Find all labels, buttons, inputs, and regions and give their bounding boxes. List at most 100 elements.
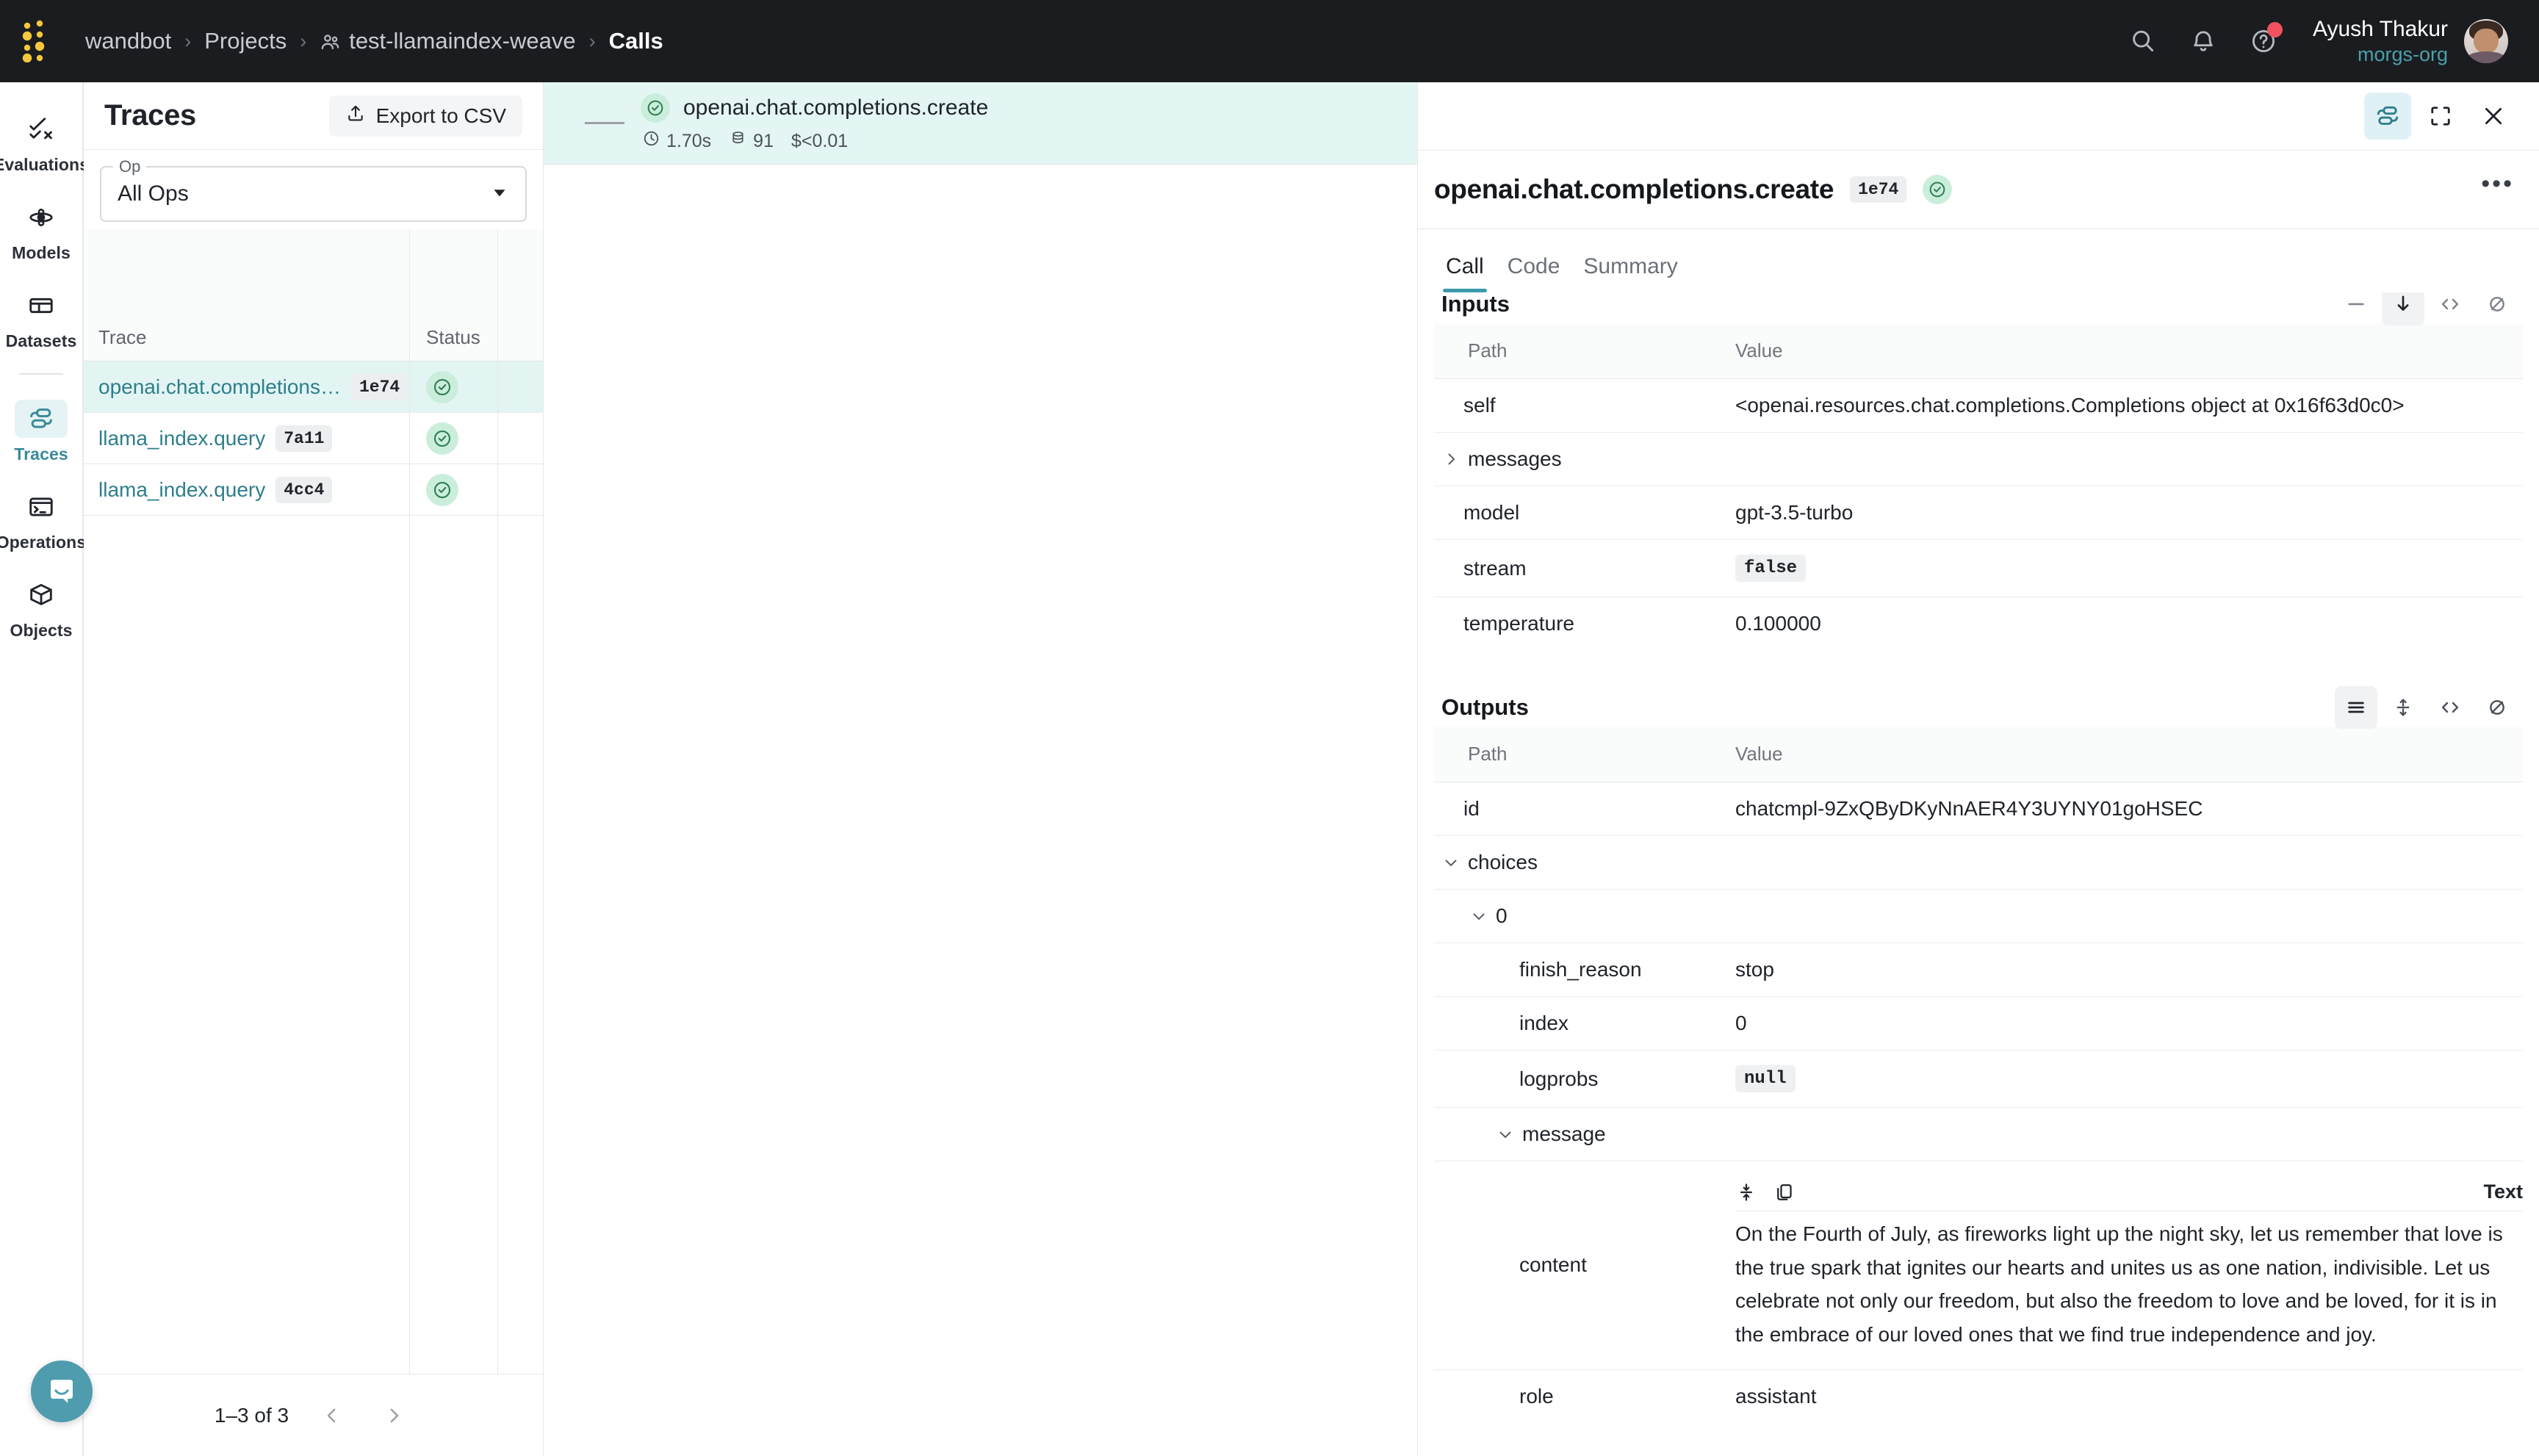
detail-scroll-area[interactable]: Inputs Path Value self <openai.resources… — [1418, 292, 2539, 1456]
status-cell — [410, 464, 498, 516]
help-circle-icon[interactable] — [2233, 11, 2294, 71]
table-row[interactable]: openai.chat.completions.cre… 1e74 — [84, 361, 543, 413]
trace-tree-panel: openai.chat.completions.create 1.70s 91 … — [544, 82, 1418, 1456]
user-org: morgs-org — [2357, 43, 2448, 65]
breadcrumb-separator: › — [588, 29, 596, 52]
trace-name-link[interactable]: llama_index.query — [98, 427, 265, 450]
tab-call[interactable]: Call — [1434, 254, 1496, 292]
table-empty-area — [84, 516, 543, 1374]
traces-list-panel: Traces Export to CSV Op All Ops Trace St… — [84, 82, 544, 1456]
trace-name-link[interactable]: llama_index.query — [98, 478, 265, 502]
input-path-messages: messages — [1468, 447, 1562, 470]
duration-value: 1.70s — [666, 130, 712, 151]
input-path-self: self — [1463, 394, 1496, 417]
table-row-content[interactable]: content Text On the Fourth of July, as f… — [1434, 1161, 2523, 1370]
sidebar-item-objects[interactable]: Objects — [4, 567, 78, 645]
table-row[interactable]: model gpt-3.5-turbo — [1434, 486, 2523, 540]
table-row[interactable]: role assistant — [1434, 1369, 2523, 1423]
duration-metric: 1.70s — [642, 129, 711, 153]
sidebar-item-label: Datasets — [5, 331, 77, 350]
detail-more-menu-button[interactable]: ••• — [2481, 171, 2514, 200]
input-path-stream: stream — [1463, 556, 1527, 580]
chevron-down-icon[interactable] — [1493, 1125, 1518, 1143]
output-path-choice-index: 0 — [1496, 904, 1508, 927]
download-icon[interactable] — [2382, 292, 2424, 325]
table-row[interactable]: messages — [1434, 432, 2523, 486]
op-select[interactable]: Op All Ops — [100, 157, 527, 222]
sidebar-item-operations[interactable]: Operations — [0, 479, 86, 557]
output-value-logprobs: null — [1735, 1065, 1796, 1092]
table-row[interactable]: self <openai.resources.chat.completions.… — [1434, 378, 2523, 433]
table-row[interactable]: logprobs null — [1434, 1050, 2523, 1108]
row-spacer — [498, 361, 543, 413]
sidebar-item-models[interactable]: Models — [4, 190, 78, 267]
hide-icon[interactable] — [2476, 292, 2518, 325]
table-row[interactable]: temperature 0.100000 — [1434, 597, 2523, 651]
collapse-rows-icon[interactable] — [2335, 292, 2377, 325]
avatar[interactable] — [2464, 19, 2508, 63]
output-value-finish-reason: stop — [1735, 958, 1774, 981]
pagination-next-button[interactable] — [375, 1397, 412, 1434]
breadcrumb-item-project[interactable]: test-llamaindex-weave — [317, 28, 578, 54]
traces-view-icon[interactable] — [2364, 93, 2411, 140]
chevron-right-icon[interactable] — [1438, 450, 1463, 468]
export-to-csv-button[interactable]: Export to CSV — [328, 95, 522, 137]
list-view-icon[interactable] — [2335, 686, 2377, 729]
status-success-icon — [426, 474, 458, 506]
tree-connector — [585, 122, 624, 124]
table-row[interactable]: stream false — [1434, 539, 2523, 597]
column-header-trace[interactable]: Trace — [84, 229, 410, 361]
code-view-icon[interactable] — [2429, 686, 2471, 729]
detail-panel-toolbar — [1418, 82, 2539, 150]
sidebar-item-datasets[interactable]: Datasets — [4, 278, 78, 356]
trace-cell: llama_index.query 4cc4 — [84, 464, 410, 516]
outputs-column-path: Path — [1434, 727, 1735, 782]
table-row[interactable]: message — [1434, 1107, 2523, 1161]
traces-panel-header: Traces Export to CSV — [84, 82, 543, 150]
chevron-down-icon[interactable] — [1466, 907, 1491, 925]
search-icon[interactable] — [2113, 11, 2173, 71]
breadcrumb-item-entity[interactable]: wandbot — [82, 28, 174, 54]
upload-icon — [345, 103, 366, 129]
trace-name-link[interactable]: openai.chat.completions.cre… — [98, 375, 341, 399]
code-view-icon[interactable] — [2429, 292, 2471, 325]
tokens-stack-icon — [729, 129, 747, 153]
models-icon — [15, 198, 68, 237]
table-row[interactable]: id chatcmpl-9ZxQByDKyNnAER4Y3UYNY01goHSE… — [1434, 782, 2523, 836]
expand-collapse-icon[interactable] — [2382, 686, 2424, 729]
sidebar-item-traces[interactable]: Traces — [4, 391, 78, 469]
notifications-bell-icon[interactable] — [2173, 11, 2233, 71]
cost-value: $<0.01 — [790, 130, 849, 151]
trace-id-badge: 4cc4 — [275, 477, 333, 503]
sidebar-item-evaluations[interactable]: Evaluations — [0, 101, 89, 179]
op-filter-wrap: Op All Ops — [84, 150, 543, 229]
user-menu[interactable]: Ayush Thakur morgs-org — [2313, 15, 2448, 68]
copy-icon[interactable] — [1773, 1181, 1796, 1203]
intercom-chat-launcher[interactable] — [31, 1361, 93, 1422]
weights-and-biases-logo[interactable] — [0, 0, 82, 82]
table-row[interactable]: choices — [1434, 835, 2523, 890]
table-row[interactable]: finish_reason stop — [1434, 943, 2523, 997]
top-navigation-bar: wandbot › Projects › test-llamaindex-wea… — [0, 0, 2539, 82]
chevron-down-icon[interactable] — [1438, 854, 1463, 871]
output-path-index: index — [1519, 1012, 1569, 1034]
trace-tree-node[interactable]: openai.chat.completions.create 1.70s 91 … — [544, 82, 1417, 165]
breadcrumb-item-calls: Calls — [608, 28, 663, 54]
close-icon[interactable] — [2470, 93, 2517, 140]
op-select-legend: Op — [113, 157, 147, 176]
collapse-vertical-icon[interactable] — [1735, 1181, 1757, 1203]
fullscreen-icon[interactable] — [2417, 93, 2464, 140]
table-row[interactable]: llama_index.query 4cc4 — [84, 464, 543, 516]
tab-code[interactable]: Code — [1496, 254, 1572, 292]
table-row[interactable]: llama_index.query 7a11 — [84, 413, 543, 464]
breadcrumb-item-projects[interactable]: Projects — [201, 28, 289, 54]
row-spacer — [498, 464, 543, 516]
column-header-status[interactable]: Status — [410, 229, 498, 361]
hide-icon[interactable] — [2476, 686, 2518, 729]
status-success-icon — [1923, 175, 1953, 204]
pagination-prev-button[interactable] — [314, 1397, 350, 1434]
table-row[interactable]: index 0 — [1434, 996, 2523, 1050]
tab-summary[interactable]: Summary — [1571, 254, 1689, 292]
call-detail-panel: openai.chat.completions.create 1e74 ••• … — [1418, 82, 2539, 1456]
table-row[interactable]: 0 — [1434, 889, 2523, 943]
